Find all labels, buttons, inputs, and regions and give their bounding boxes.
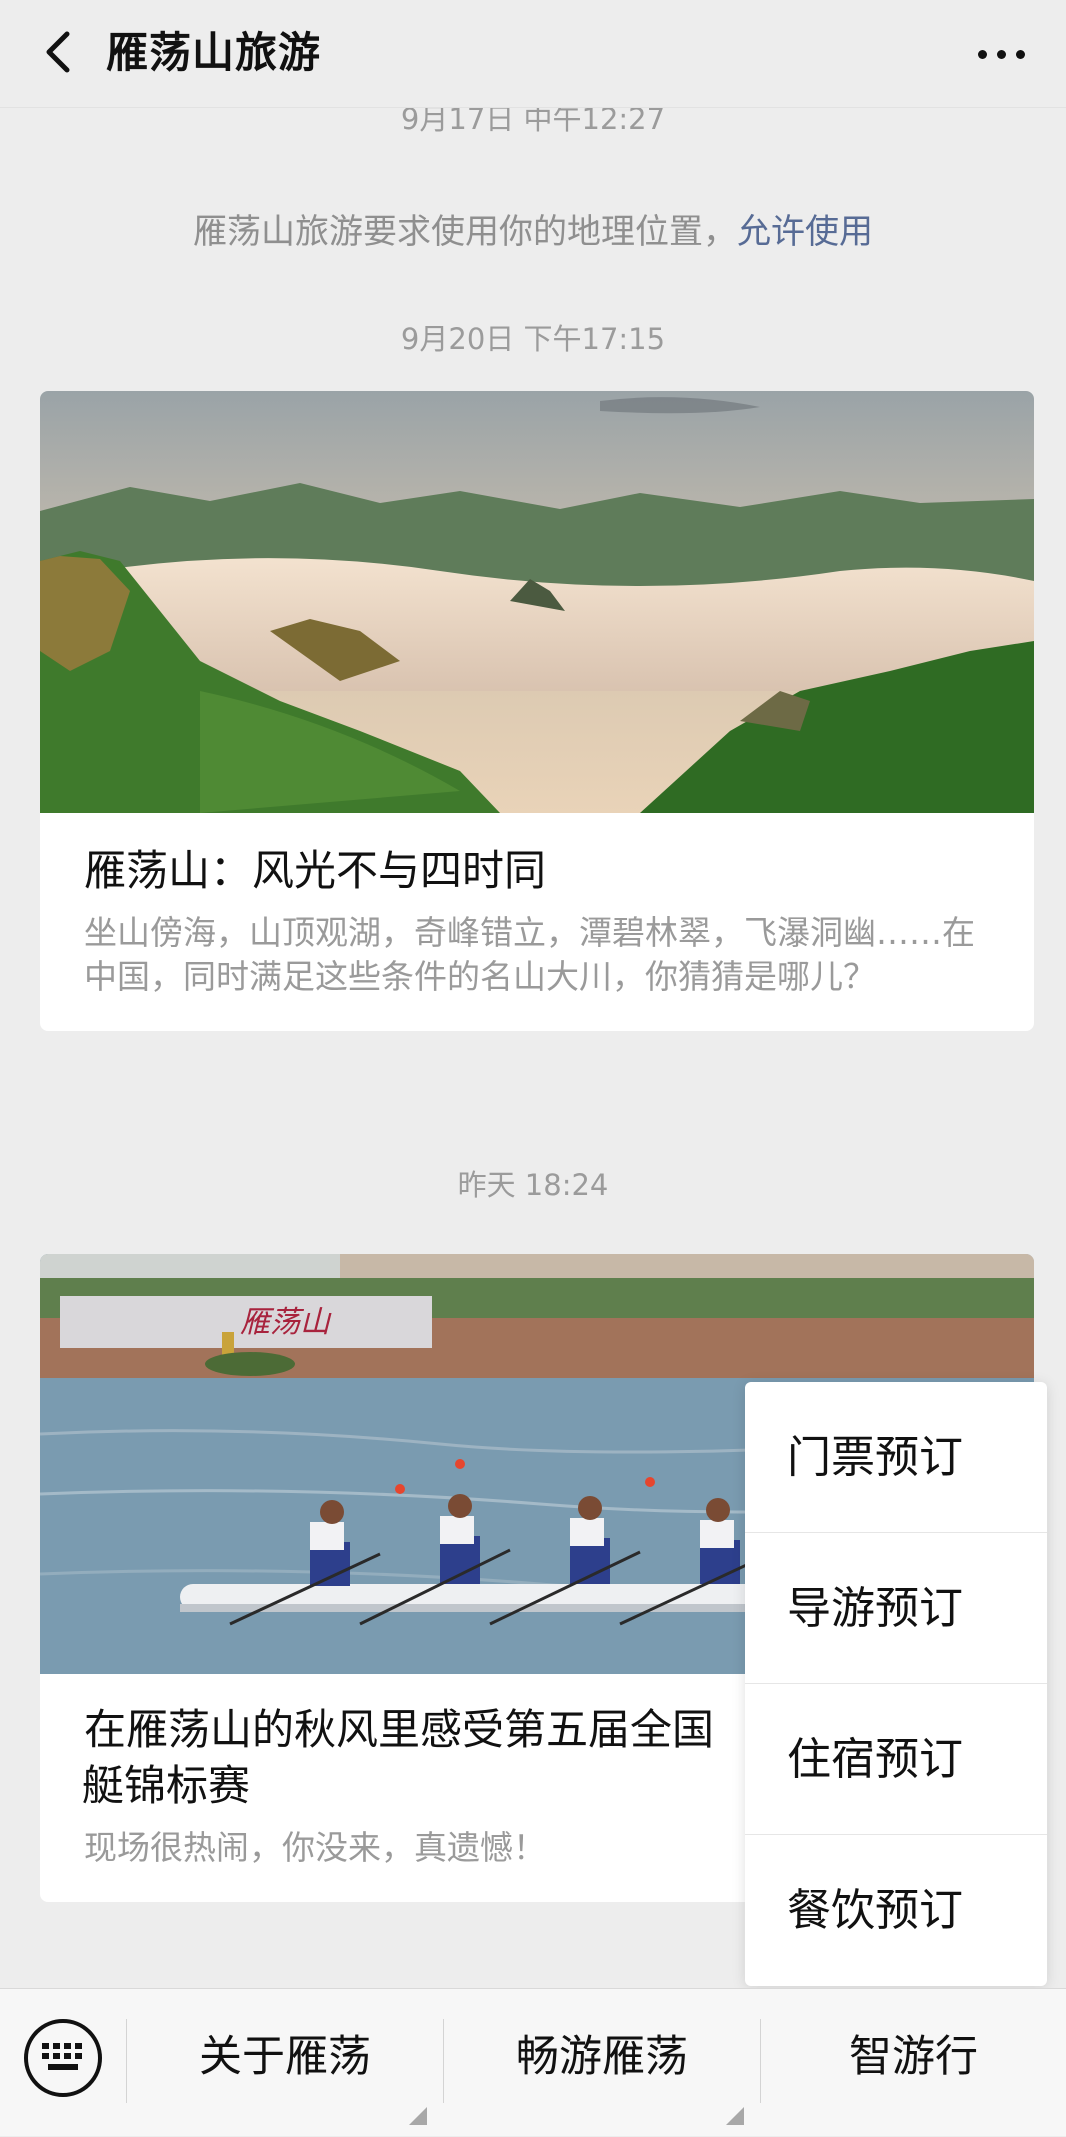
submenu-item-lodging-booking[interactable]: 住宿预订 <box>745 1684 1047 1835</box>
article-card[interactable]: 雁荡山：风光不与四时同 坐山傍海，山顶观湖，奇峰错立，潭碧林翠，飞瀑洞幽……在中… <box>40 391 1034 1031</box>
submenu-item-guide-booking[interactable]: 导游预订 <box>745 1533 1047 1684</box>
menu-about-yandang[interactable]: 关于雁荡 <box>127 1989 443 2137</box>
venue-banner-text: 雁荡山 <box>240 1306 332 1339</box>
article-card-body: 雁荡山：风光不与四时同 坐山傍海，山顶观湖，奇峰错立，潭碧林翠，飞瀑洞幽……在中… <box>40 813 1034 1031</box>
system-message-text: 雁荡山旅游要求使用你的地理位置， <box>193 212 737 252</box>
article-summary: 坐山傍海，山顶观湖，奇峰错立，潭碧林翠，飞瀑洞幽……在中国，同时满足这些条件的名… <box>84 913 975 996</box>
timestamp: 9月20日 下午17:15 <box>400 322 666 356</box>
nav-header: 雁荡山旅游 <box>0 0 1066 108</box>
more-options-icon[interactable] <box>966 26 1036 82</box>
submenu-indicator-icon <box>409 2107 427 2125</box>
article-title: 雁荡山：风光不与四时同 <box>84 846 547 895</box>
menu-label: 智游行 <box>849 2032 978 2082</box>
allow-location-link[interactable]: 允许使用 <box>737 212 873 252</box>
menu-smart-travel[interactable]: 智游行 <box>761 1989 1066 2137</box>
submenu-popup: 门票预订 导游预订 住宿预订 餐饮预订 <box>745 1382 1047 1986</box>
back-arrow-icon[interactable] <box>28 22 88 82</box>
submenu-item-dining-booking[interactable]: 餐饮预订 <box>745 1835 1047 1986</box>
menu-explore-yandang[interactable]: 畅游雁荡 <box>444 1989 760 2137</box>
keyboard-icon[interactable] <box>24 2019 102 2097</box>
article-cover-image <box>40 391 1034 813</box>
timestamp-partial: 9月17日 中午12:27 <box>400 108 666 136</box>
page-title: 雁荡山旅游 <box>106 28 322 77</box>
submenu-indicator-icon <box>726 2107 744 2125</box>
timestamp: 昨天 18:24 <box>457 1168 609 1202</box>
submenu-item-ticket-booking[interactable]: 门票预订 <box>745 1382 1047 1533</box>
menu-label: 畅游雁荡 <box>516 2032 688 2082</box>
location-permission-message: 雁荡山旅游要求使用你的地理位置，允许使用 <box>0 204 1066 253</box>
bottom-menu-bar: 关于雁荡 畅游雁荡 智游行 <box>0 1988 1066 2136</box>
menu-label: 关于雁荡 <box>199 2032 371 2082</box>
